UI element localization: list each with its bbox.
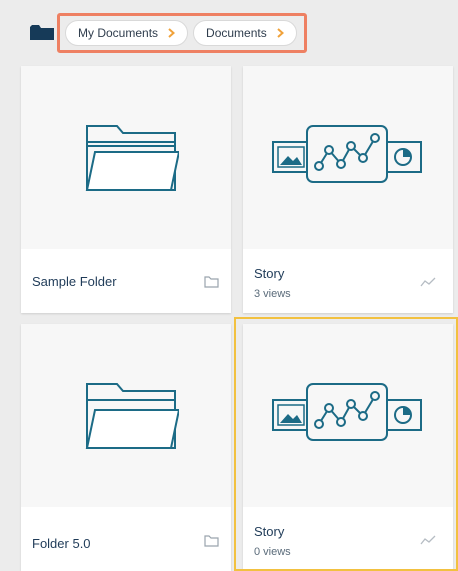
chevron-right-icon (168, 28, 176, 38)
story-card[interactable]: Story 3 views (243, 66, 453, 313)
card-title: Folder 5.0 (32, 536, 91, 551)
top-bar: My Documents Documents (0, 0, 458, 62)
story-chart-icon (272, 125, 422, 183)
story-thumbnail (243, 66, 453, 249)
breadcrumb-item-documents[interactable]: Documents (193, 20, 297, 46)
chevron-right-icon (277, 28, 284, 38)
folder-icon (85, 383, 179, 449)
folder-icon (85, 125, 179, 191)
trend-line-icon (420, 277, 436, 287)
folder-icon (204, 535, 219, 547)
breadcrumb-item-my-documents[interactable]: My Documents (65, 20, 189, 46)
card-views: 3 views (254, 288, 291, 300)
breadcrumb-label: My Documents (78, 26, 159, 40)
folder-icon[interactable] (30, 25, 54, 40)
selection-highlight (234, 317, 458, 571)
card-title: Story (254, 266, 285, 281)
breadcrumb-label: Documents (206, 26, 267, 40)
folder-thumbnail (21, 324, 231, 507)
folder-card-folder-5-0[interactable]: Folder 5.0 (21, 324, 231, 571)
folder-thumbnail (21, 66, 231, 249)
card-title: Sample Folder (32, 274, 117, 289)
folder-icon (204, 276, 219, 288)
breadcrumb: My Documents Documents (57, 13, 307, 53)
folder-card-sample-folder[interactable]: Sample Folder (21, 66, 231, 313)
